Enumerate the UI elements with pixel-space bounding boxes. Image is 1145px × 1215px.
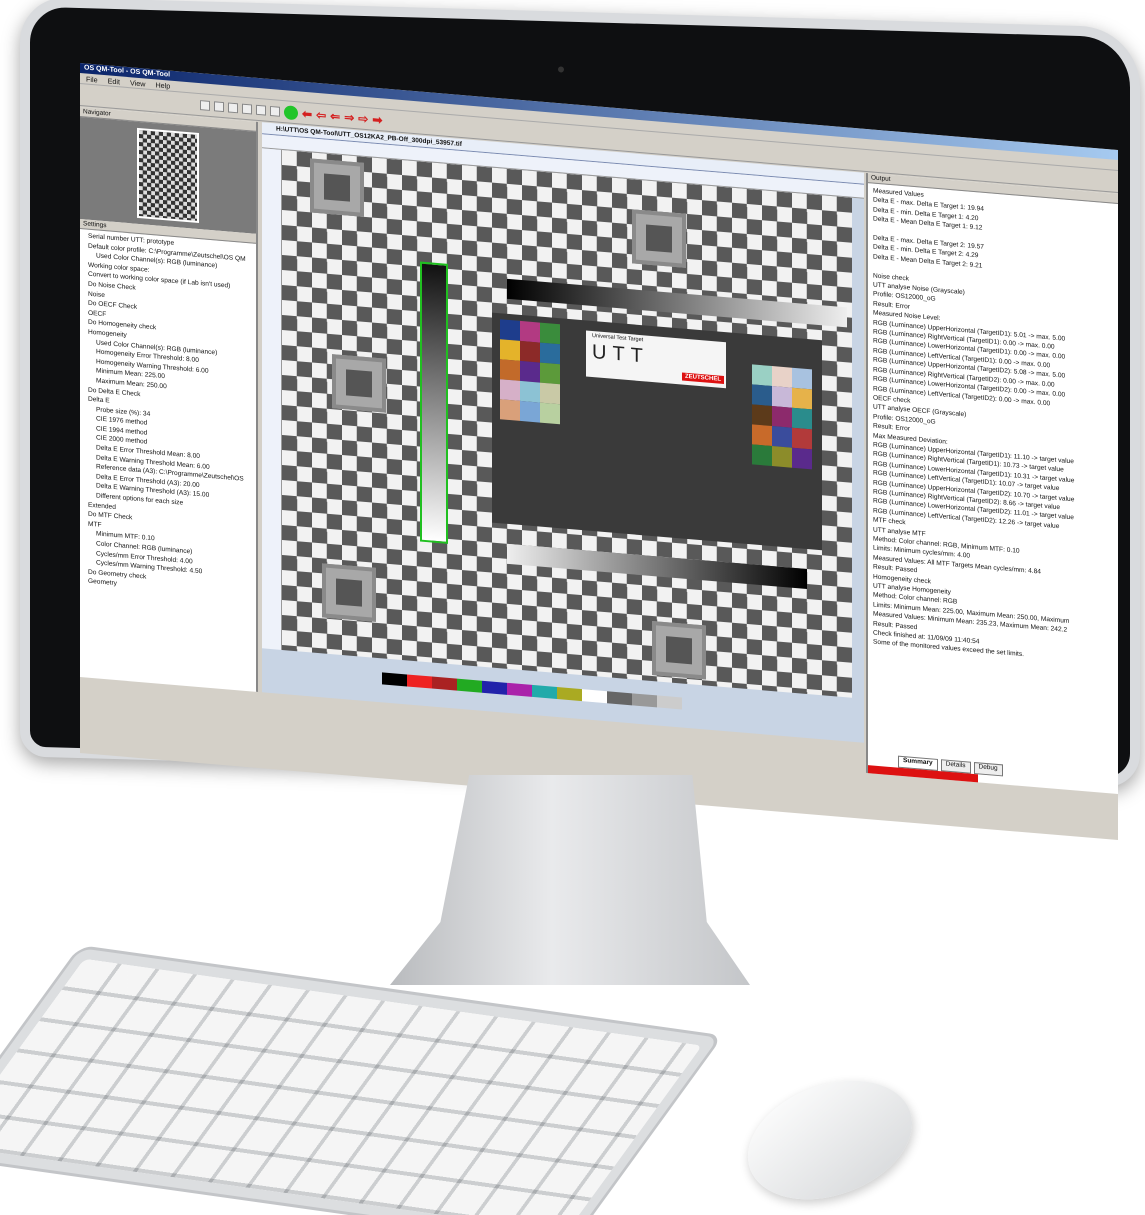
mtf-target [652, 620, 706, 680]
logo-brand: ZEUTSCHEL [682, 372, 724, 385]
gray-scale-vertical [420, 261, 448, 544]
color-patch [520, 340, 540, 363]
color-patch [792, 427, 812, 450]
document-area: H:\UTT\OS QM-Tool\UTT_OS12KA2_PB-Off_300… [262, 122, 864, 743]
mtf-target [332, 354, 386, 413]
color-patch [540, 342, 560, 365]
left-sidebar: Navigator Settings Serial number UTT: pr… [80, 107, 258, 692]
mouse [731, 1059, 929, 1215]
navigator-thumbnail[interactable] [137, 127, 199, 224]
utt-logo: Universal Test Target UTT ZEUTSCHEL [586, 330, 726, 389]
color-bar-swatch [607, 691, 632, 706]
color-patch [752, 384, 772, 407]
color-bar-swatch [582, 689, 607, 704]
color-bar-swatch [407, 674, 432, 689]
color-patch [792, 407, 812, 430]
color-patch [540, 322, 560, 345]
keyboard [0, 945, 724, 1215]
color-patch [500, 339, 520, 361]
color-patches-left [500, 319, 560, 425]
keyboard-keys [0, 958, 703, 1215]
settings-tree[interactable]: Serial number UTT: prototype Default colo… [80, 229, 256, 603]
color-bar-swatch [507, 682, 532, 697]
color-bar-swatch [532, 684, 557, 700]
navigator-panel[interactable] [80, 117, 256, 234]
screen: OS QM-Tool - OS QM-Tool File Edit View H… [80, 63, 1118, 841]
color-patch [772, 406, 792, 428]
menu-help[interactable]: Help [155, 80, 170, 90]
color-patch [500, 379, 520, 401]
arrow-left-outline-icon[interactable]: ⇦ [316, 107, 326, 122]
color-patch [520, 400, 540, 423]
output-log[interactable]: Measured Values Delta E - max. Delta E Ta… [868, 183, 1118, 671]
color-target-panel: Universal Test Target UTT ZEUTSCHEL [492, 312, 822, 551]
color-patch [500, 359, 520, 381]
run-check-button[interactable] [284, 104, 298, 120]
output-panel: Output Measured Values Delta E - max. Del… [866, 172, 1118, 795]
color-patch [540, 402, 560, 425]
color-patch [792, 387, 812, 410]
color-patch [540, 362, 560, 385]
paste-icon[interactable] [270, 105, 280, 117]
mtf-target [322, 563, 376, 622]
new-icon[interactable] [200, 99, 210, 111]
menu-view[interactable]: View [130, 78, 145, 88]
color-patch [752, 424, 772, 447]
arrow-right-outline-icon[interactable]: ⇨ [358, 111, 368, 126]
mtf-target [310, 158, 364, 217]
monitor-stand [390, 775, 750, 985]
color-bar-swatch [557, 687, 582, 702]
color-patch [752, 444, 772, 467]
color-patch [772, 386, 792, 408]
color-bar-swatch [432, 676, 457, 691]
ruler-vertical [262, 148, 282, 650]
arrow-right-small-icon[interactable]: ⇒ [344, 110, 354, 125]
color-patch [752, 404, 772, 427]
logo-utt: UTT [592, 340, 649, 368]
color-patch [772, 366, 792, 388]
color-patch [520, 380, 540, 403]
arrow-left-small-icon[interactable]: ⇐ [330, 109, 340, 124]
color-patch [540, 382, 560, 405]
menu-file[interactable]: File [86, 74, 98, 84]
save-icon[interactable] [228, 101, 238, 113]
cut-icon[interactable] [242, 103, 252, 114]
color-bar-swatch [657, 695, 682, 710]
scene: OS QM-Tool - OS QM-Tool File Edit View H… [0, 0, 1145, 1215]
open-icon[interactable] [214, 100, 224, 112]
copy-icon[interactable] [256, 104, 266, 116]
color-patch [520, 360, 540, 383]
image-canvas[interactable]: Universal Test Target UTT ZEUTSCHEL [282, 149, 852, 698]
color-patch [792, 367, 812, 390]
color-patch [772, 446, 792, 468]
monitor: OS QM-Tool - OS QM-Tool File Edit View H… [20, 0, 1140, 841]
gray-scale-horizontal-lower [507, 543, 807, 589]
color-patch [520, 320, 540, 343]
arrow-right-icon[interactable]: ➡ [372, 112, 382, 127]
color-patch [752, 364, 772, 387]
camera [558, 66, 564, 73]
menu-edit[interactable]: Edit [108, 76, 120, 86]
color-bar-swatch [457, 678, 482, 693]
color-patch [500, 399, 520, 421]
color-bar-swatch [632, 693, 657, 708]
color-patches-right [752, 364, 812, 470]
color-patch [772, 426, 792, 448]
arrow-left-icon[interactable]: ⬅ [302, 106, 312, 121]
color-bar-swatch [382, 672, 407, 687]
mtf-target [632, 209, 686, 268]
color-bar-swatch [482, 680, 507, 695]
color-patch [500, 319, 520, 341]
color-patch [792, 447, 812, 470]
